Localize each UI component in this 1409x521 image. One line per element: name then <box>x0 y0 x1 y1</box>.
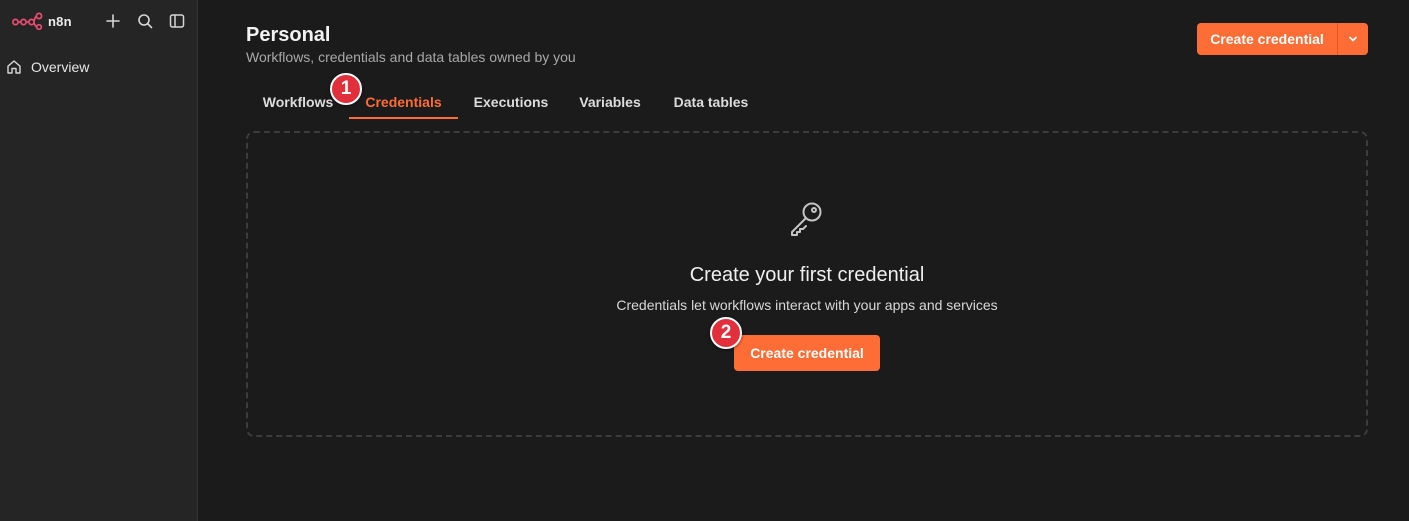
brand[interactable]: n8n <box>12 12 72 30</box>
tab-variables[interactable]: Variables <box>579 88 641 119</box>
n8n-logo-icon <box>12 12 43 30</box>
toggle-sidebar-icon[interactable] <box>168 12 186 30</box>
sidebar-item-label: Overview <box>31 59 90 75</box>
tab-data-tables[interactable]: Data tables <box>673 88 749 119</box>
chevron-down-icon <box>1349 36 1357 42</box>
create-credential-button[interactable]: Create credential <box>1197 23 1338 55</box>
app-window: n8n Overview Personal Workflows, credent… <box>0 0 1409 521</box>
empty-state-description: Credentials let workflows interact with … <box>616 297 998 313</box>
tab-workflows[interactable]: Workflows <box>262 88 334 119</box>
step-1-badge: 1 <box>330 73 362 105</box>
page-title: Personal <box>246 24 331 46</box>
sidebar-item-overview[interactable]: Overview <box>6 55 192 79</box>
home-icon <box>7 60 21 74</box>
brand-name: n8n <box>48 13 72 29</box>
step-2-badge: 2 <box>710 317 742 349</box>
create-options-dropdown-button[interactable] <box>1338 23 1368 55</box>
sidebar: n8n Overview <box>0 0 198 521</box>
add-icon[interactable] <box>104 12 122 30</box>
create-first-credential-button[interactable]: Create credential <box>734 335 880 371</box>
key-icon <box>791 202 822 236</box>
search-icon[interactable] <box>136 12 154 30</box>
tab-executions[interactable]: Executions <box>474 88 549 119</box>
create-credential-split-button: Create credential <box>1197 23 1368 55</box>
page-subtitle: Workflows, credentials and data tables o… <box>246 49 576 65</box>
tab-credentials[interactable]: Credentials <box>349 88 458 119</box>
empty-state-title: Create your first credential <box>689 264 925 286</box>
